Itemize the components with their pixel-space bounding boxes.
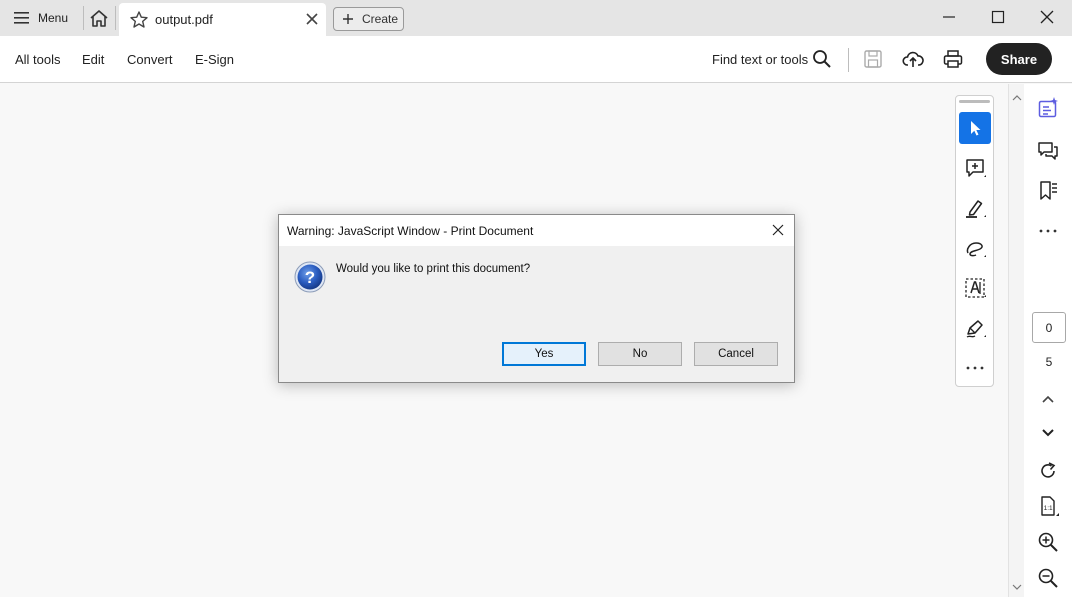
menu-button[interactable]: Menu xyxy=(8,6,74,30)
ai-assistant-icon[interactable] xyxy=(1037,97,1059,119)
yes-button[interactable]: Yes xyxy=(502,342,586,366)
scroll-down-icon[interactable] xyxy=(1012,583,1022,591)
hamburger-icon xyxy=(14,12,29,24)
minimize-icon[interactable] xyxy=(937,6,961,28)
more-tools-button[interactable] xyxy=(959,352,991,384)
search-icon[interactable] xyxy=(811,48,833,70)
nav-edit[interactable]: Edit xyxy=(82,52,104,67)
highlight-button[interactable] xyxy=(959,192,991,224)
divider xyxy=(848,48,849,72)
current-page-input[interactable]: 0 xyxy=(1032,312,1066,343)
print-icon[interactable] xyxy=(942,48,964,70)
add-comment-button[interactable] xyxy=(959,152,991,184)
zoom-in-icon[interactable] xyxy=(1037,531,1059,553)
print-warning-dialog: Warning: JavaScript Window - Print Docum… xyxy=(278,214,795,383)
question-icon: ? xyxy=(294,261,326,293)
zoom-out-icon[interactable] xyxy=(1037,567,1059,589)
window-close-icon[interactable] xyxy=(1035,6,1059,28)
sign-icon xyxy=(966,320,986,338)
more-icon xyxy=(966,366,984,370)
create-label: Create xyxy=(362,12,399,26)
svg-text:?: ? xyxy=(305,268,315,287)
scroll-up-icon[interactable] xyxy=(1012,94,1022,102)
home-icon xyxy=(90,10,108,27)
upload-cloud-icon[interactable] xyxy=(902,48,924,70)
more-icon[interactable] xyxy=(1037,220,1059,242)
page-down-icon[interactable] xyxy=(1037,422,1059,444)
dialog-title: Warning: JavaScript Window - Print Docum… xyxy=(287,224,534,238)
cancel-button[interactable]: Cancel xyxy=(694,342,778,366)
dialog-message: Would you like to print this document? xyxy=(336,263,531,275)
page-up-icon[interactable] xyxy=(1037,388,1059,410)
menu-label: Menu xyxy=(38,11,69,25)
document-tab[interactable]: output.pdf xyxy=(119,3,326,36)
quick-tools-panel xyxy=(955,95,994,387)
tab-title: output.pdf xyxy=(155,12,213,27)
text-select-icon xyxy=(965,278,986,298)
nav-all-tools[interactable]: All tools xyxy=(15,52,61,67)
select-cursor-icon xyxy=(971,121,981,136)
home-button[interactable] xyxy=(88,8,110,30)
comments-icon[interactable] xyxy=(1037,140,1059,162)
panel-grip[interactable] xyxy=(959,100,990,103)
create-button[interactable]: Create xyxy=(333,7,404,31)
svg-text:1:1: 1:1 xyxy=(1044,505,1053,512)
total-pages: 5 xyxy=(1045,355,1053,369)
select-tool-button[interactable] xyxy=(959,112,991,144)
share-button[interactable]: Share xyxy=(986,43,1052,75)
sign-button[interactable] xyxy=(959,312,991,344)
nav-convert[interactable]: Convert xyxy=(127,52,173,67)
title-tab-bar: Menu output.pdf Create xyxy=(0,0,1072,36)
right-rail: 0 5 1:1 xyxy=(1024,84,1072,597)
vertical-scrollbar[interactable] xyxy=(1008,84,1024,597)
nav-e-sign[interactable]: E-Sign xyxy=(195,52,234,67)
find-text-or-tools[interactable]: Find text or tools xyxy=(712,52,808,67)
bookmarks-icon[interactable] xyxy=(1037,180,1059,202)
add-comment-icon xyxy=(966,159,986,177)
main-toolbar: All tools Edit Convert E-Sign Find text … xyxy=(0,36,1072,83)
dialog-close-icon[interactable] xyxy=(771,223,785,237)
maximize-icon[interactable] xyxy=(986,6,1010,28)
dialog-titlebar: Warning: JavaScript Window - Print Docum… xyxy=(279,215,794,246)
draw-button[interactable] xyxy=(959,232,991,264)
no-button[interactable]: No xyxy=(598,342,682,366)
rotate-icon[interactable] xyxy=(1037,460,1059,482)
text-select-button[interactable] xyxy=(959,272,991,304)
save-icon[interactable] xyxy=(862,48,884,70)
plus-icon xyxy=(343,14,353,24)
actual-size-icon[interactable]: 1:1 xyxy=(1037,495,1059,517)
close-tab-icon[interactable] xyxy=(305,12,319,26)
divider xyxy=(83,6,84,30)
divider xyxy=(115,6,116,30)
draw-freeform-icon xyxy=(966,242,986,257)
highlight-icon xyxy=(966,200,986,218)
star-icon[interactable] xyxy=(129,10,149,30)
